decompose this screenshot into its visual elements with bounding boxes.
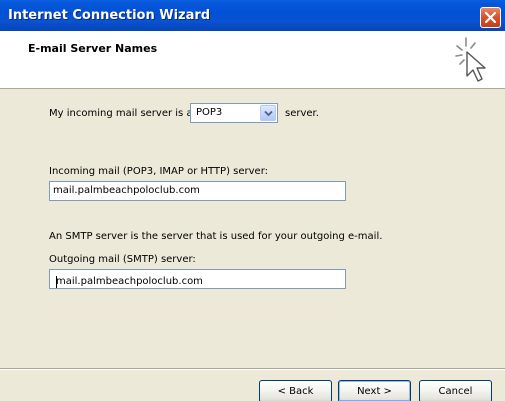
close-button[interactable] (480, 7, 501, 28)
smtp-description: An SMTP server is the server that is use… (49, 231, 383, 242)
wizard-header: E-mail Server Names (0, 31, 505, 89)
cancel-button-label: Cancel (438, 386, 473, 397)
internet-connection-wizard-window: Internet Connection Wizard E-mail Server… (0, 0, 505, 401)
outgoing-server-value: mail.palmbeachpoloclub.com (56, 276, 203, 287)
server-suffix-label: server. (285, 108, 319, 119)
server-type-value: POP3 (196, 107, 223, 118)
text-caret (56, 276, 57, 288)
next-button-label: Next > (357, 386, 392, 397)
page-title: E-mail Server Names (28, 42, 158, 55)
window-title: Internet Connection Wizard (8, 8, 211, 23)
outgoing-server-input[interactable]: mail.palmbeachpoloclub.com (49, 269, 346, 289)
dropdown-button[interactable] (260, 105, 276, 121)
title-bar[interactable]: Internet Connection Wizard (0, 0, 505, 31)
cancel-button[interactable]: Cancel (419, 380, 492, 401)
incoming-server-label: Incoming mail (POP3, IMAP or HTTP) serve… (49, 166, 268, 177)
wizard-cursor-icon (455, 37, 486, 82)
server-type-select[interactable]: POP3 (190, 103, 278, 123)
chevron-down-icon (264, 110, 273, 117)
back-button[interactable]: < Back (259, 380, 332, 401)
next-button[interactable]: Next > (338, 380, 411, 401)
incoming-server-type-label: My incoming mail server is a (49, 108, 193, 119)
incoming-server-input[interactable]: mail.palmbeachpoloclub.com (49, 181, 346, 201)
incoming-server-value: mail.palmbeachpoloclub.com (53, 185, 200, 196)
outgoing-server-label: Outgoing mail (SMTP) server: (49, 254, 196, 265)
back-button-label: < Back (277, 386, 314, 397)
footer-divider (0, 368, 505, 370)
close-icon (485, 12, 496, 23)
